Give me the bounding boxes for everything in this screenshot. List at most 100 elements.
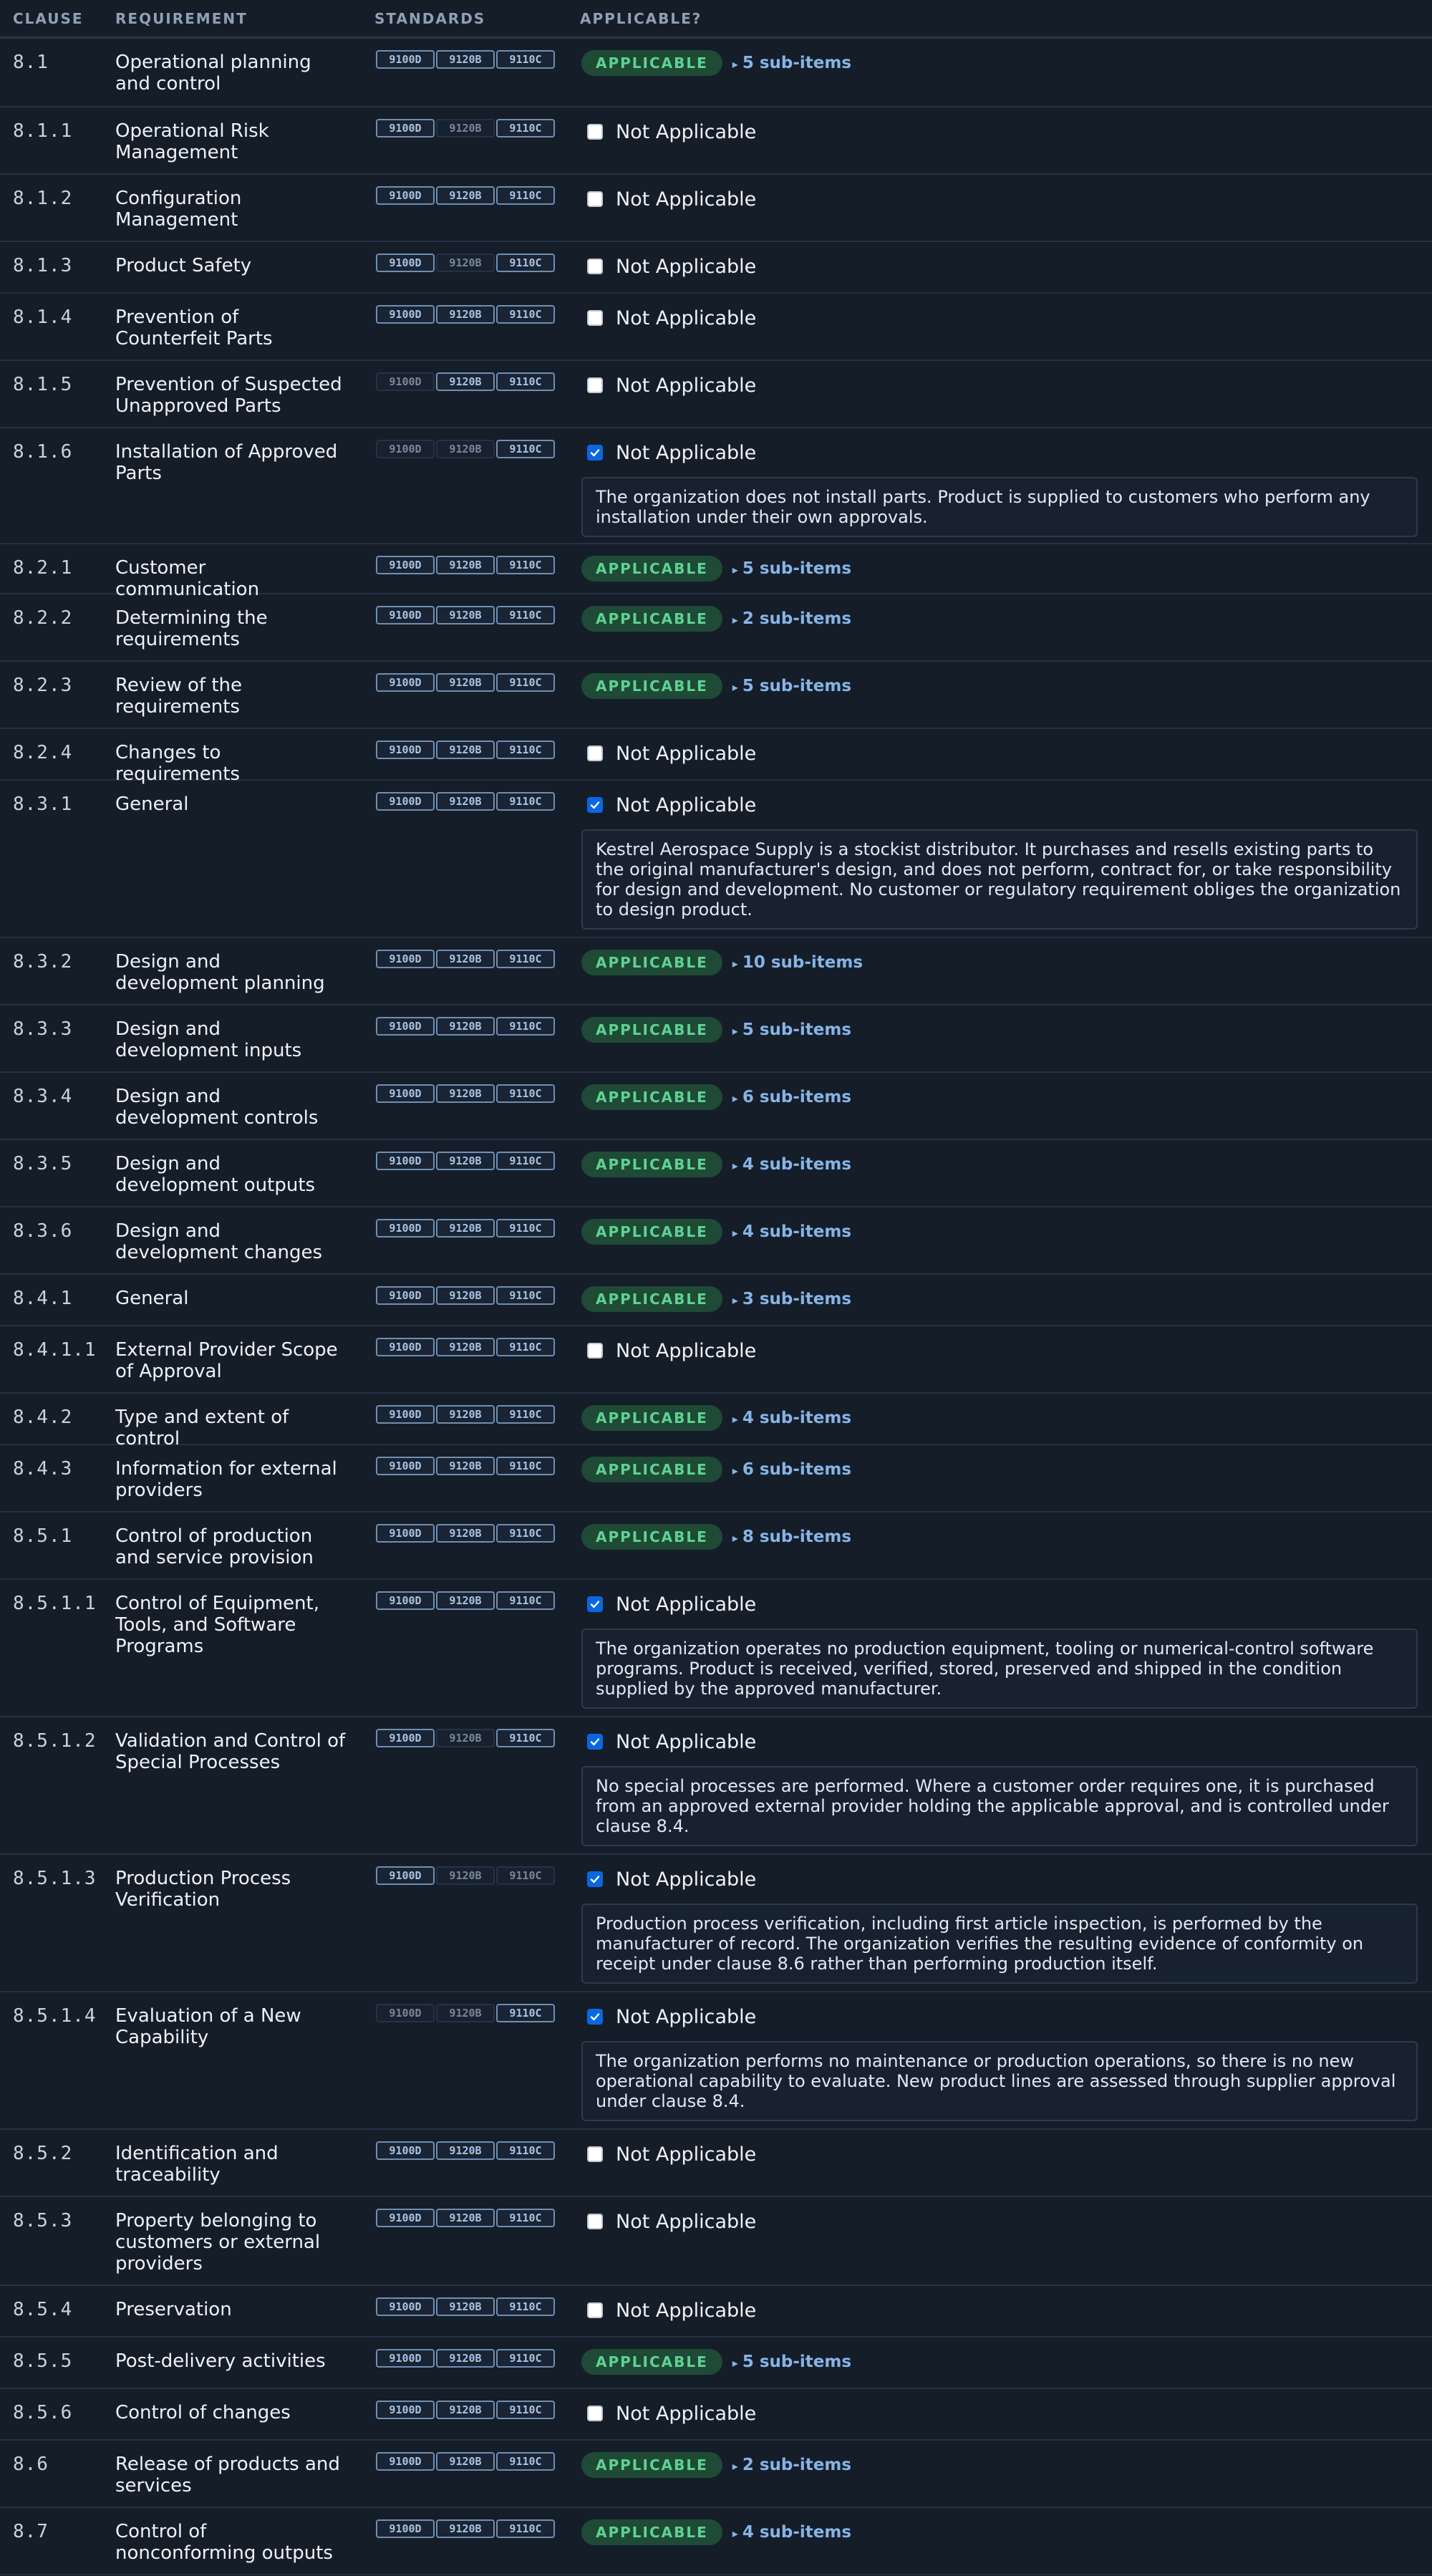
subitems-toggle[interactable]: ▸ 5 sub-items [732,1021,851,1039]
standard-badge-9100d: 9100D [376,1219,435,1238]
clause-number: 8.4.1.1 [13,1339,97,1361]
not-applicable-label[interactable]: Not Applicable [616,2300,756,2322]
subitems-count: 5 sub-items [742,2353,852,2371]
not-applicable-label[interactable]: Not Applicable [616,2143,756,2166]
subitems-toggle[interactable]: ▸ 3 sub-items [732,1290,851,1308]
not-applicable-checkbox[interactable] [587,259,603,274]
subitems-count: 2 sub-items [742,609,852,628]
not-applicable-label[interactable]: Not Applicable [616,1731,756,1753]
standard-badges: 9100D 9120B 9110C [376,673,567,692]
applicable-badge: APPLICABLE [581,50,722,76]
not-applicable-label[interactable]: Not Applicable [616,307,756,329]
requirement-title: Design and development planning [115,951,325,994]
not-applicable-checkbox[interactable] [587,191,603,207]
subitems-toggle[interactable]: ▸ 4 sub-items [732,2523,851,2542]
justification-textarea[interactable]: The organization operates no production … [581,1629,1418,1709]
not-applicable-checkbox[interactable] [587,2406,603,2421]
subitems-toggle[interactable]: ▸ 5 sub-items [732,559,851,578]
not-applicable-checkbox[interactable] [587,2302,603,2318]
not-applicable-label[interactable]: Not Applicable [616,1340,756,1362]
not-applicable-label[interactable]: Not Applicable [616,794,756,816]
applicable-badge: APPLICABLE [581,1084,722,1110]
standards-cell: 9100D 9120B 9110C [362,1275,567,1325]
applicability-cell: Not Applicable No special processes are p… [567,1717,1432,1853]
subitems-toggle[interactable]: ▸ 4 sub-items [732,1409,851,1427]
not-applicable-label[interactable]: Not Applicable [616,442,756,464]
not-applicable-checkbox[interactable] [587,2146,603,2162]
not-applicable-label[interactable]: Not Applicable [616,1593,756,1616]
not-applicable-checkbox[interactable] [587,797,603,813]
subitems-toggle[interactable]: ▸ 8 sub-items [732,1528,851,1546]
subitems-count: 8 sub-items [742,1528,852,1546]
subitems-count: 2 sub-items [742,2456,852,2474]
not-applicable-label[interactable]: Not Applicable [616,375,756,397]
justification-textarea[interactable]: The organization performs no maintenance… [581,2041,1418,2121]
standards-cell: 9100D 9120B 9110C [362,2441,567,2507]
not-applicable-checkbox[interactable] [587,746,603,761]
not-applicable-checkbox[interactable] [587,1734,603,1750]
subitems-toggle[interactable]: ▸ 10 sub-items [732,953,863,972]
standard-badges: 9100D 9120B 9110C [376,1591,567,1610]
caret-right-icon: ▸ [732,1226,738,1240]
not-applicable-toggle: Not Applicable [581,2209,1418,2234]
not-applicable-label[interactable]: Not Applicable [616,2006,756,2028]
requirement-title: Prevention of Counterfeit Parts [115,307,273,349]
not-applicable-checkbox[interactable] [587,445,603,460]
not-applicable-checkbox[interactable] [587,124,603,140]
not-applicable-checkbox[interactable] [587,2009,603,2025]
not-applicable-label[interactable]: Not Applicable [616,1868,756,1891]
clause-number: 8.4.1 [13,1288,73,1309]
not-applicable-checkbox[interactable] [587,1871,603,1887]
subitems-count: 5 sub-items [742,559,852,578]
subitems-toggle[interactable]: ▸ 6 sub-items [732,1460,851,1479]
justification-textarea[interactable]: Kestrel Aerospace Supply is a stockist d… [581,829,1418,930]
standard-badge-9100d: 9100D [376,254,435,272]
not-applicable-label[interactable]: Not Applicable [616,256,756,278]
not-applicable-checkbox[interactable] [587,310,603,326]
standards-cell: 9100D 9120B 9110C [362,781,567,937]
subitems-toggle[interactable]: ▸ 5 sub-items [732,2353,851,2371]
standard-badge-9110c: 9110C [496,1152,555,1170]
applicability-cell: APPLICABLE ▸ 5 sub-items [567,2338,1432,2388]
caret-right-icon: ▸ [732,1091,738,1105]
applicable-badge: APPLICABLE [581,1405,722,1431]
clause-number: 8.4.3 [13,1458,73,1480]
not-applicable-label[interactable]: Not Applicable [616,121,756,143]
not-applicable-checkbox[interactable] [587,377,603,393]
subitems-toggle[interactable]: ▸ 5 sub-items [732,54,851,72]
subitems-count: 5 sub-items [742,677,852,695]
applicable-status: APPLICABLE ▸ 2 sub-items [581,2452,1418,2478]
subitems-toggle[interactable]: ▸ 4 sub-items [732,1222,851,1241]
caret-right-icon: ▸ [732,1531,738,1545]
subitems-count: 6 sub-items [742,1088,852,1106]
standard-badge-9100d: 9100D [376,1405,435,1424]
subitems-toggle[interactable]: ▸ 6 sub-items [732,1088,851,1106]
subitems-count: 5 sub-items [742,1021,852,1039]
subitems-toggle[interactable]: ▸ 4 sub-items [732,1155,851,1174]
standard-badge-9100d: 9100D [376,2401,435,2419]
standard-badge-9110c: 9110C [496,305,555,324]
justification-textarea[interactable]: No special processes are performed. Wher… [581,1766,1418,1846]
standard-badge-9120b: 9120B [436,950,495,968]
not-applicable-checkbox[interactable] [587,2214,603,2229]
subitems-toggle[interactable]: ▸ 2 sub-items [732,609,851,628]
standard-badges: 9100D 9120B 9110C [376,305,567,324]
subitems-toggle[interactable]: ▸ 2 sub-items [732,2456,851,2474]
not-applicable-toggle: Not Applicable [581,440,1418,465]
not-applicable-label[interactable]: Not Applicable [616,2211,756,2233]
justification-textarea[interactable]: The organization does not install parts.… [581,477,1418,537]
not-applicable-label[interactable]: Not Applicable [616,743,756,765]
applicable-status: APPLICABLE ▸ 4 sub-items [581,1405,1418,1431]
table-body: 8.1 Operational planning and control 910… [0,39,1432,2575]
standard-badges: 9100D 9120B 9110C [376,372,567,391]
subitems-toggle[interactable]: ▸ 5 sub-items [732,677,851,695]
not-applicable-checkbox[interactable] [587,1596,603,1612]
not-applicable-checkbox[interactable] [587,1343,603,1359]
requirement-title: Operational Risk Management [115,120,269,163]
requirement-title: Review of the requirements [115,675,243,718]
table-row: 8.5.6 Control of changes 9100D 9120B 9110C… [0,2389,1432,2441]
justification-textarea[interactable]: Production process verification, includi… [581,1904,1418,1984]
not-applicable-label[interactable]: Not Applicable [616,2403,756,2425]
standards-cell: 9100D 9120B 9110C [362,1717,567,1853]
not-applicable-label[interactable]: Not Applicable [616,188,756,211]
